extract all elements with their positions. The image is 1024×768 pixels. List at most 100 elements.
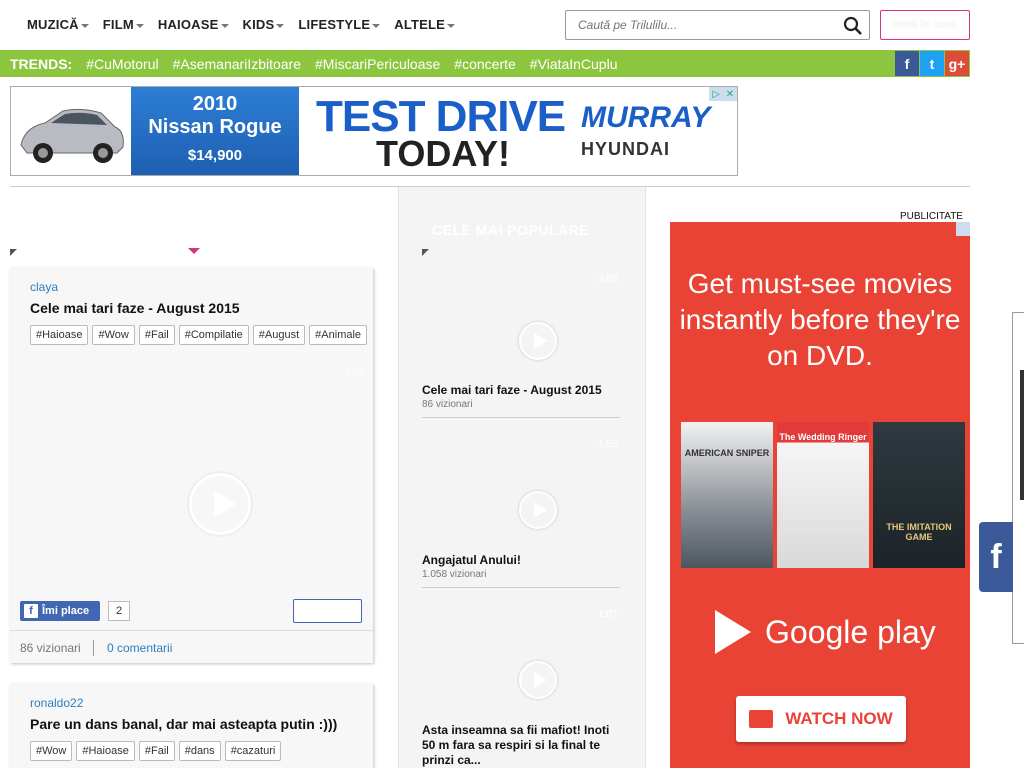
menu-label: FILM — [102, 17, 134, 32]
tag[interactable]: #dans — [178, 741, 221, 761]
movie-poster: AMERICAN SNIPER — [681, 422, 773, 568]
top-navigation: MUZICĂ FILM HAIOASE KIDS LIFESTYLE ALTEL… — [0, 0, 1024, 50]
ad-choices[interactable]: ▷ ✕ — [709, 87, 737, 101]
popular-item-title[interactable]: Angajatul Anului! — [422, 553, 612, 568]
popular-item-views: 86 vizionari — [422, 399, 473, 410]
popular-item-title[interactable]: Asta inseamna sa fii mafiot! Inoti 50 m … — [422, 723, 612, 768]
tag[interactable]: #Wow — [92, 325, 135, 345]
store-name: Google play — [765, 613, 936, 650]
trend-link[interactable]: #AsemanariIzbitoare — [173, 56, 301, 72]
side-panel-bar — [1020, 370, 1024, 500]
share-button[interactable] — [293, 599, 362, 623]
video-duration: 1:07 — [598, 609, 618, 620]
sidebar-ad[interactable]: Get must-see movies instantly before the… — [670, 222, 970, 768]
trends-label: TRENDS: — [10, 55, 73, 72]
poster-title: The Wedding Ringer — [779, 432, 867, 442]
card-footer-divider — [10, 630, 373, 631]
ad-brand: HYUNDAI — [581, 139, 671, 159]
card-title[interactable]: Cele mai tari faze - August 2015 — [30, 300, 240, 316]
caret-down-icon — [135, 23, 144, 28]
menu-item-haioase[interactable]: HAIOASE — [158, 17, 229, 32]
adchoices-icon[interactable] — [956, 222, 970, 236]
corner-marker — [422, 249, 429, 256]
ad-headline: Get must-see movies instantly before the… — [679, 268, 961, 371]
video-duration: 1:58 — [598, 439, 618, 450]
card-author[interactable]: claya — [30, 280, 58, 294]
tag[interactable]: #August — [252, 325, 306, 345]
play-store-icon — [715, 610, 751, 654]
car-image — [11, 87, 131, 175]
ad-subheadline: TODAY! — [376, 133, 511, 174]
separator — [93, 640, 94, 656]
menu-item-lifestyle[interactable]: LIFESTYLE — [298, 17, 381, 32]
tag[interactable]: #Fail — [138, 325, 175, 345]
video-duration: 3:03 — [598, 274, 618, 285]
tag[interactable]: #Wow — [30, 741, 73, 761]
like-count: 2 — [108, 601, 130, 621]
ad-year: 2010 — [192, 93, 238, 115]
search-input[interactable] — [566, 11, 826, 39]
googleplus-icon[interactable]: g+ — [945, 51, 969, 76]
ad-dealer: MURRAY — [581, 101, 711, 134]
active-tab-caret — [188, 248, 200, 254]
caret-down-icon — [276, 23, 285, 28]
watch-now-button[interactable]: WATCH NOW — [736, 696, 906, 742]
menu-item-muzica[interactable]: MUZICĂ — [27, 17, 89, 32]
play-icon[interactable] — [189, 473, 251, 535]
page: MUZICĂ FILM HAIOASE KIDS LIFESTYLE ALTEL… — [0, 0, 1024, 768]
play-icon[interactable] — [519, 661, 557, 699]
poster-title: THE IMITATION GAME — [886, 522, 952, 542]
menu-label: MUZICĂ — [27, 17, 79, 32]
main-menu: MUZICĂ FILM HAIOASE KIDS LIFESTYLE ALTEL… — [27, 17, 469, 32]
login-button[interactable]: Intră în cont — [880, 10, 970, 40]
tag[interactable]: #Compilatie — [178, 325, 249, 345]
feed-card: ronaldo22 Pare un dans banal, dar mai as… — [10, 684, 373, 768]
menu-label: HAIOASE — [157, 17, 219, 32]
movie-posters: AMERICAN SNIPER The Wedding Ringer THE I… — [681, 422, 965, 568]
card-tags: #Wow #Haioase #Fail #dans #cazaturi — [30, 741, 282, 761]
advertising-label: PUBLICITATE — [900, 211, 963, 222]
trend-link[interactable]: #concerte — [454, 56, 515, 72]
caret-down-icon — [80, 23, 89, 28]
facebook-icon[interactable]: f — [895, 51, 919, 76]
trend-link[interactable]: #ViataInCuplu — [530, 56, 618, 72]
top-banner-ad[interactable]: 2010 Nissan Rogue $14,900 TEST DRIVE TOD… — [10, 86, 738, 176]
menu-label: LIFESTYLE — [298, 17, 371, 32]
google-play-logo: Google play — [715, 610, 936, 654]
search-icon[interactable] — [843, 16, 863, 36]
twitter-icon[interactable]: t — [920, 51, 944, 76]
like-button[interactable]: f Îmi place — [20, 601, 100, 621]
facebook-icon: f — [24, 604, 38, 618]
tag[interactable]: #Fail — [138, 741, 175, 761]
caret-down-icon — [220, 23, 229, 28]
trend-link[interactable]: #MiscariPericuloase — [315, 56, 440, 72]
trend-link[interactable]: #CuMotorul — [86, 56, 158, 72]
popular-heading: CELE MAI POPULARE — [432, 222, 590, 238]
facebook-icon[interactable]: f — [979, 522, 1013, 592]
like-label: Îmi place — [42, 605, 90, 617]
card-author[interactable]: ronaldo22 — [30, 696, 83, 710]
tag[interactable]: #Animale — [309, 325, 368, 345]
divider — [422, 587, 620, 588]
menu-item-altele[interactable]: ALTELE — [394, 17, 456, 32]
card-title[interactable]: Pare un dans banal, dar mai asteapta put… — [30, 716, 337, 732]
view-count: 86 vizionari — [20, 641, 81, 655]
caret-down-icon — [372, 23, 381, 28]
adchoices-icon[interactable]: ▷ — [709, 87, 723, 101]
popular-item-title[interactable]: Cele mai tari faze - August 2015 — [422, 383, 612, 398]
tag[interactable]: #Haioase — [76, 741, 135, 761]
caret-down-icon — [447, 23, 456, 28]
menu-item-film[interactable]: FILM — [103, 17, 144, 32]
movie-poster: THE IMITATION GAME — [873, 422, 965, 568]
movie-poster: The Wedding Ringer — [777, 422, 869, 568]
play-icon[interactable] — [519, 491, 557, 529]
trends-bar: TRENDS: #CuMotorul #AsemanariIzbitoare #… — [0, 50, 970, 77]
menu-item-kids[interactable]: KIDS — [243, 17, 285, 32]
play-icon[interactable] — [519, 322, 557, 360]
ad-offer-panel: 2010 Nissan Rogue $14,900 — [131, 87, 299, 175]
search-box — [565, 10, 870, 40]
tag[interactable]: #cazaturi — [224, 741, 282, 761]
comments-link[interactable]: 0 comentarii — [107, 641, 172, 655]
close-icon[interactable]: ✕ — [723, 87, 737, 101]
tag[interactable]: #Haioase — [30, 325, 89, 345]
